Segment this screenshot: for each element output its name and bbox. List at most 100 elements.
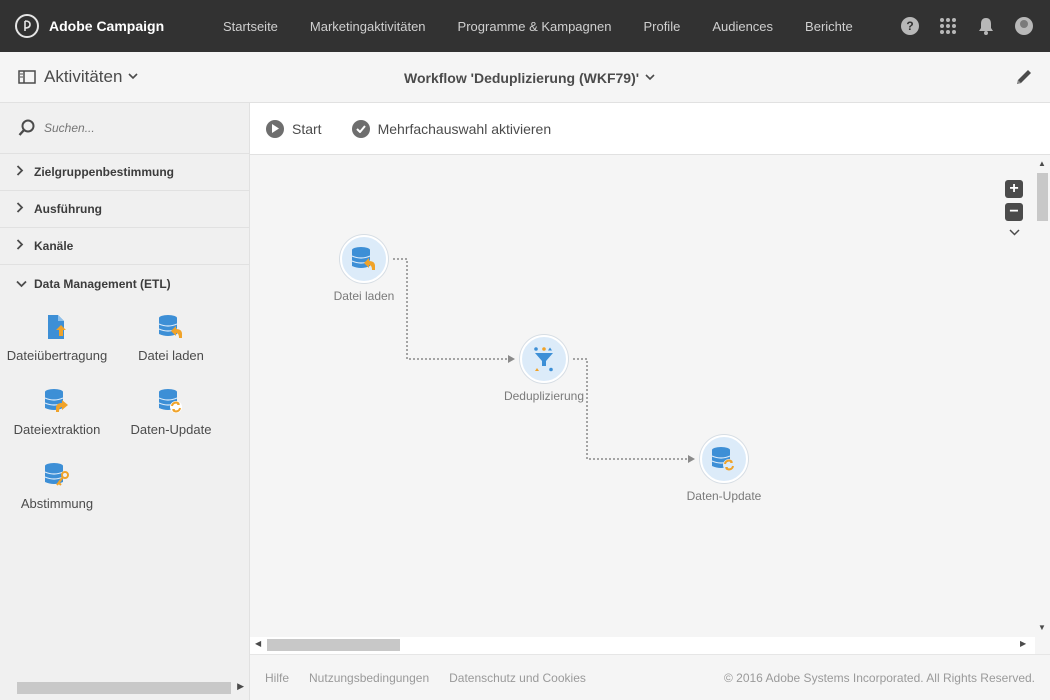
category-channels[interactable]: Kanäle	[0, 228, 249, 265]
start-button[interactable]: Start	[266, 119, 322, 138]
workflow-node-update-data[interactable]: Daten-Update	[679, 435, 769, 503]
activity-update-data[interactable]: Daten-Update	[114, 388, 228, 462]
activity-reconciliation[interactable]: Abstimmung	[0, 462, 114, 536]
load-file-icon	[158, 315, 182, 338]
chevron-down-icon	[128, 71, 139, 83]
footer-link-privacy[interactable]: Datenschutz und Cookies	[449, 671, 586, 685]
nav-item-home[interactable]: Startseite	[223, 19, 278, 34]
footer: Hilfe Nutzungsbedingungen Datenschutz un…	[250, 654, 1050, 700]
node-circle	[520, 335, 568, 383]
node-circle	[340, 235, 388, 283]
scroll-right-arrow-icon[interactable]: ▶	[237, 681, 244, 692]
activities-sidebar: Zielgruppenbestimmung Ausführung Kanäle …	[0, 103, 250, 700]
category-label: Ausführung	[34, 202, 102, 216]
play-icon	[266, 119, 284, 138]
copyright-text: © 2016 Adobe Systems Incorporated. All R…	[723, 670, 1035, 685]
top-navigation-bar: Adobe Campaign Startseite Marketingaktiv…	[0, 0, 1050, 52]
activity-load-file[interactable]: Datei laden	[114, 314, 228, 388]
node-label: Deduplizierung	[503, 389, 585, 403]
chevron-right-icon	[16, 165, 34, 179]
workflow-title[interactable]: Workflow 'Deduplizierung (WKF79)'	[404, 70, 655, 86]
activities-label: Aktivitäten	[44, 67, 123, 86]
workflow-toolbar: Start Mehrfachauswahl aktivieren	[250, 103, 1050, 155]
multiselect-label: Mehrfachauswahl aktivieren	[377, 120, 552, 137]
activity-label: Datei laden	[138, 348, 204, 363]
workflow-node-deduplication[interactable]: Deduplizierung	[495, 335, 593, 403]
category-label: Data Management (ETL)	[34, 276, 171, 291]
activity-label: Dateiextraktion	[13, 422, 101, 437]
connection-line	[393, 258, 508, 360]
workflow-canvas[interactable]: Datei laden Deduplizierung Daten-Update …	[250, 155, 1035, 637]
chevron-right-icon	[16, 239, 34, 253]
search-input[interactable]	[44, 121, 234, 135]
zoom-out-button[interactable]: −	[1005, 203, 1023, 221]
checkmark-icon	[351, 119, 370, 138]
edit-pencil-icon[interactable]	[1014, 67, 1034, 87]
scroll-down-arrow-icon[interactable]: ▼	[1038, 623, 1046, 632]
zoom-in-button[interactable]: +	[1005, 180, 1023, 198]
main-nav: Startseite Marketingaktivitäten Programm…	[223, 19, 885, 34]
canvas-vertical-scrollbar[interactable]: ▲ ▼	[1035, 155, 1050, 637]
workflow-connections	[393, 258, 695, 463]
scroll-left-arrow-icon[interactable]: ◀	[255, 639, 261, 648]
user-avatar-icon[interactable]	[1014, 16, 1034, 36]
nav-item-programs-campaigns[interactable]: Programme & Kampagnen	[458, 19, 612, 34]
activity-file-transfer[interactable]: Dateiübertragung	[0, 314, 114, 388]
reconciliation-icon	[44, 463, 69, 486]
node-label: Datei laden	[333, 289, 395, 303]
category-targeting[interactable]: Zielgruppenbestimmung	[0, 154, 249, 191]
search-icon	[18, 119, 35, 136]
activity-label: Daten-Update	[130, 422, 212, 437]
scrollbar-thumb[interactable]	[267, 639, 400, 651]
workflow-node-load-file[interactable]: Datei laden	[320, 235, 408, 303]
category-label: Zielgruppenbestimmung	[34, 165, 175, 179]
nav-item-reports[interactable]: Berichte	[805, 19, 853, 34]
funnel-icon	[534, 347, 553, 372]
scrollbar-thumb[interactable]	[1037, 173, 1048, 221]
activity-extract-file[interactable]: Dateiextraktion	[0, 388, 114, 462]
panel-icon	[18, 70, 36, 84]
adobe-campaign-logo-icon	[15, 14, 39, 38]
load-file-icon	[351, 247, 375, 270]
app-name: Adobe Campaign	[49, 18, 165, 34]
footer-link-terms[interactable]: Nutzungsbedingungen	[309, 671, 429, 685]
apps-grid-icon[interactable]	[938, 16, 958, 36]
multiselect-button[interactable]: Mehrfachauswahl aktivieren	[351, 119, 552, 138]
search-row	[0, 103, 249, 154]
canvas-horizontal-scrollbar[interactable]: ◀ ▶	[250, 637, 1035, 654]
scroll-right-arrow-icon[interactable]: ▶	[1020, 639, 1026, 648]
footer-link-help[interactable]: Hilfe	[265, 671, 289, 685]
chevron-down-icon[interactable]	[1008, 228, 1020, 239]
update-data-icon	[711, 447, 735, 471]
node-circle	[700, 435, 748, 483]
nav-item-audiences[interactable]: Audiences	[712, 19, 773, 34]
workflow-title-text: Workflow 'Deduplizierung (WKF79)'	[404, 70, 640, 86]
activity-label: Abstimmung	[20, 496, 94, 511]
avatar	[1015, 17, 1033, 35]
help-glyph: ?	[901, 17, 919, 35]
extract-file-icon	[44, 389, 68, 412]
scroll-up-arrow-icon[interactable]: ▲	[1038, 159, 1046, 168]
activity-label: Dateiübertragung	[6, 348, 108, 363]
workflow-header: Aktivitäten Workflow 'Deduplizierung (WK…	[0, 52, 1050, 103]
file-transfer-icon	[48, 315, 66, 339]
scrollbar-thumb[interactable]	[17, 682, 231, 694]
help-icon[interactable]: ?	[900, 16, 920, 36]
nav-item-marketing-activities[interactable]: Marketingaktivitäten	[310, 19, 426, 34]
zoom-controls: + −	[1005, 180, 1023, 239]
update-data-icon	[158, 389, 182, 413]
app-logo[interactable]: Adobe Campaign	[15, 14, 205, 38]
chevron-down-icon	[16, 277, 34, 291]
chevron-down-icon	[645, 72, 655, 84]
sidebar-horizontal-scrollbar[interactable]: ▶	[0, 681, 250, 694]
notification-bell-icon[interactable]	[976, 16, 996, 36]
chevron-right-icon	[16, 202, 34, 216]
start-label: Start	[292, 120, 322, 137]
category-data-management[interactable]: Data Management (ETL)	[0, 265, 249, 302]
activities-panel-toggle[interactable]: Aktivitäten	[18, 67, 139, 87]
activity-palette: Dateiübertragung Datei laden Dateiextrak…	[0, 302, 249, 536]
category-flow-control[interactable]: Ausführung	[0, 191, 249, 228]
nav-item-profiles[interactable]: Profile	[643, 19, 680, 34]
top-icons: ?	[882, 16, 1034, 36]
category-label: Kanäle	[34, 239, 74, 253]
